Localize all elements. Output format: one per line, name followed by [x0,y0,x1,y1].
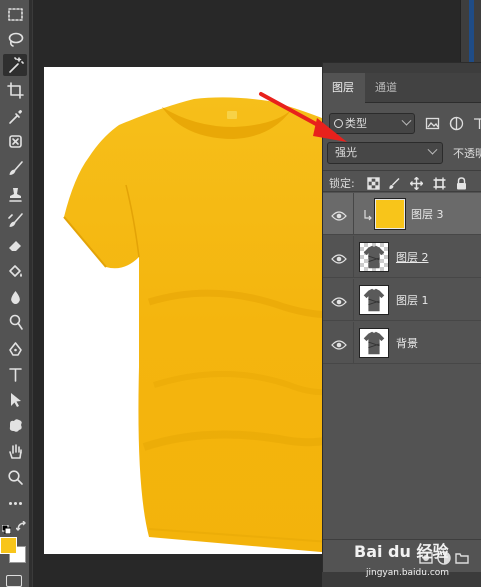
photoshop-window: 图层 通道 类型 强光 不透明 锁定: 图层 3 图层 2 图层 1 背景 Ba… [0,0,481,587]
magic-wand-tool-icon[interactable] [3,54,27,76]
dodge-tool-icon[interactable] [3,311,27,333]
document-canvas[interactable] [44,67,346,555]
paint-bucket-tool-icon[interactable] [3,260,27,282]
blend-mode-select[interactable]: 强光 [327,142,443,164]
default-colors-icon[interactable] [1,519,12,535]
layer-name[interactable]: 图层 2 [396,249,429,265]
blend-mode-value: 强光 [335,146,357,159]
dock-scrollbar[interactable] [469,0,474,62]
eraser-tool-icon[interactable] [3,234,27,256]
layer-name[interactable]: 图层 3 [411,206,444,222]
clone-stamp-tool-icon[interactable] [3,183,27,205]
blur-tool-icon[interactable] [3,286,27,308]
watermark-logo: Bai du 经验 [354,542,449,561]
blend-row: 强光 不透明 [327,142,481,165]
eyedropper-tool-icon[interactable] [3,105,27,127]
zoom-tool-icon[interactable] [3,466,27,488]
custom-shape-tool-icon[interactable] [3,414,27,436]
lock-row: 锁定: [323,170,481,192]
lasso-tool-icon[interactable] [3,28,27,50]
chevron-down-icon [427,144,438,155]
layer-divider [353,193,354,235]
panel-grip[interactable] [323,63,481,73]
lock-all-icon[interactable] [455,175,468,190]
adjustment-filter-icon[interactable] [449,116,464,131]
brush-tool-icon[interactable] [3,157,27,179]
clipping-mask-icon [363,206,373,221]
visibility-eye-icon[interactable] [331,293,347,307]
visibility-eye-icon[interactable] [331,336,347,350]
swap-colors-icon[interactable] [15,518,28,531]
type-filter-icon[interactable] [472,116,481,131]
watermark-url: jingyan.baidu.com [366,568,450,578]
layer-name[interactable]: 图层 1 [396,292,429,308]
layer-thumbnail-fill[interactable] [374,198,406,230]
layer-thumbnail-shirt[interactable] [359,242,389,272]
crop-tool-icon[interactable] [3,79,27,101]
tools-toolbar [0,0,33,587]
more-tools-icon[interactable] [3,492,27,514]
path-selection-tool-icon[interactable] [3,388,27,410]
layer-row-layer2[interactable]: 图层 2 [323,236,481,278]
lock-transparent-pixels-icon[interactable] [367,175,380,190]
foreground-color-swatch[interactable] [0,537,17,554]
tab-channels[interactable]: 通道 [366,73,408,103]
lock-image-pixels-icon[interactable] [388,175,401,189]
search-icon [334,119,343,128]
layer-thumbnail-shirt[interactable] [359,285,389,315]
yellow-tshirt-image [63,97,346,555]
layer-divider [353,236,354,278]
layers-panel: 图层 通道 类型 强光 不透明 锁定: 图层 3 图层 2 图层 1 背景 [322,62,481,573]
layer-row-background[interactable]: 背景 [323,322,481,364]
layer-thumbnail-shirt[interactable] [359,328,389,358]
image-filter-icon[interactable] [425,116,440,131]
layer-filter-row: 类型 [329,113,481,135]
pen-tool-icon[interactable] [3,338,27,360]
visibility-eye-icon[interactable] [331,207,347,221]
healing-brush-tool-icon[interactable] [3,130,27,152]
lock-label: 锁定: [329,177,355,190]
visibility-eye-icon[interactable] [331,250,347,264]
layer-row-layer1[interactable]: 图层 1 [323,279,481,321]
chevron-down-icon [401,115,412,126]
tab-layers[interactable]: 图层 [323,73,365,103]
layer-divider [353,279,354,321]
layer-row-layer3[interactable]: 图层 3 [323,193,481,235]
toolbar-edge [29,0,32,587]
baidu-jingyan-watermark: Bai du 经验 jingyan.baidu.com [354,538,481,586]
filter-kind-select[interactable]: 类型 [329,113,415,134]
type-tool-icon[interactable] [3,363,27,385]
marquee-tool-icon[interactable] [3,3,27,25]
layer-divider [353,322,354,364]
opacity-label: 不透明 [453,147,481,160]
quick-mask-icon[interactable] [6,575,22,587]
history-brush-tool-icon[interactable] [3,209,27,231]
layer-name[interactable]: 背景 [396,335,418,351]
hand-tool-icon[interactable] [3,440,27,462]
filter-kind-label: 类型 [345,117,367,130]
lock-position-icon[interactable] [409,175,424,191]
panel-dock-strip [460,0,481,62]
panel-tabs: 图层 通道 [323,73,481,103]
lock-artboard-icon[interactable] [433,175,446,190]
